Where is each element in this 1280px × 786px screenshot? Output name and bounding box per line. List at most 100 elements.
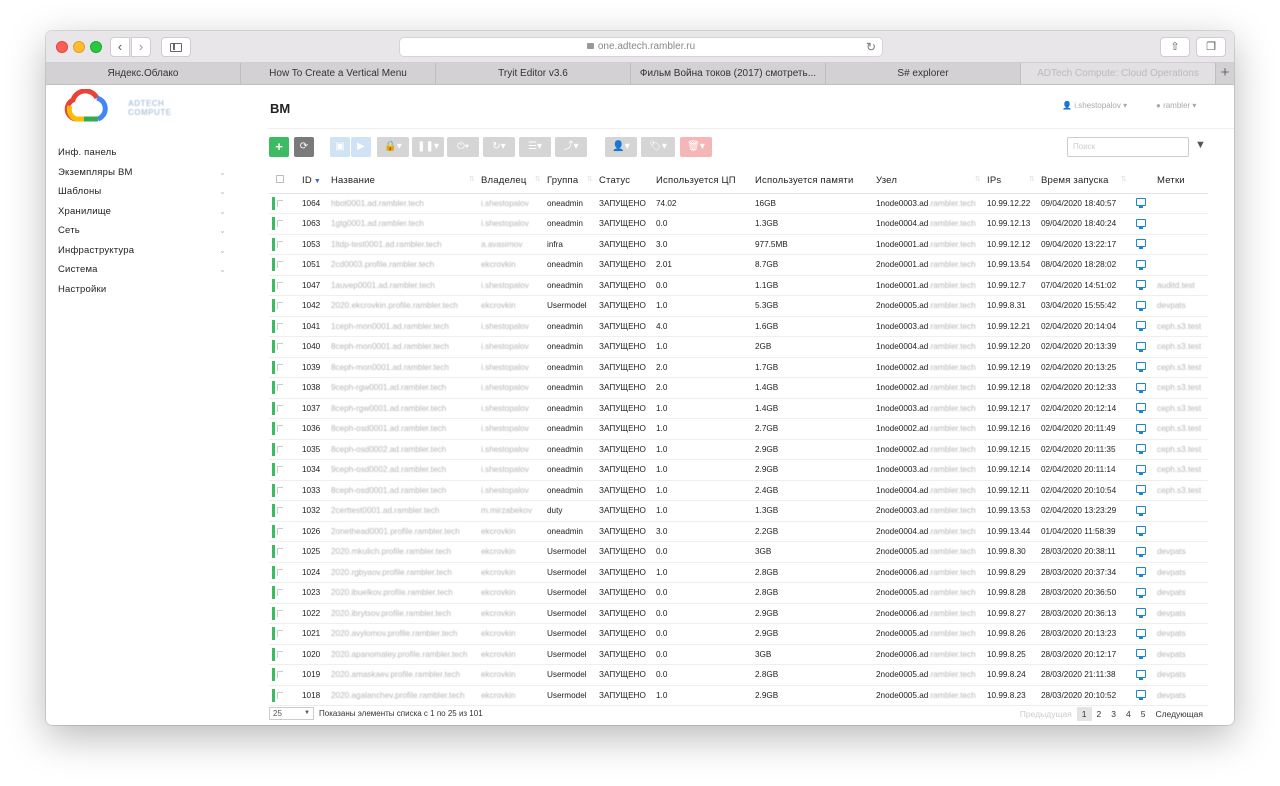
table-row[interactable]: 1034 9ceph-osd0002.ad.rambler.tech i.shest… xyxy=(269,459,1208,481)
vnc-cell[interactable] xyxy=(1133,562,1157,583)
vnc-monitor-icon[interactable] xyxy=(1136,218,1146,229)
row-checkbox[interactable] xyxy=(277,302,283,310)
pause-dropdown-button[interactable]: ❚❚▾ xyxy=(412,137,444,157)
browser-tab[interactable]: S# explorer xyxy=(826,63,1021,84)
list-dropdown-button[interactable]: ☰▾ xyxy=(519,137,551,157)
close-window-button[interactable] xyxy=(56,41,68,53)
row-checkbox[interactable] xyxy=(277,322,283,330)
row-select-cell[interactable] xyxy=(269,459,302,481)
table-row[interactable]: 1040 8ceph-mon0001.ad.rambler.tech i.shest… xyxy=(269,336,1208,358)
row-checkbox[interactable] xyxy=(277,486,283,494)
vnc-monitor-icon[interactable] xyxy=(1136,259,1146,270)
table-row[interactable]: 1021 2020.avylomov.profile.rambler.tech ek… xyxy=(269,623,1208,645)
table-row[interactable]: 1037 8ceph-rgw0001.ad.rambler.tech i.shest… xyxy=(269,398,1208,419)
vnc-cell[interactable] xyxy=(1133,295,1157,317)
row-select-cell[interactable] xyxy=(269,234,302,255)
browser-tab[interactable]: Фильм Война токов (2017) смотреть... xyxy=(631,63,826,84)
user-menu[interactable]: 👤 i.shestopalov ▾ xyxy=(1062,101,1127,110)
search-input[interactable]: Поиск xyxy=(1067,137,1189,157)
row-select-cell[interactable] xyxy=(269,295,302,317)
table-row[interactable]: 1035 8ceph-osd0002.ad.rambler.tech i.shest… xyxy=(269,439,1208,460)
table-row[interactable]: 1033 8ceph-osd0001.ad.rambler.tech i.shest… xyxy=(269,480,1208,501)
row-select-cell[interactable] xyxy=(269,500,302,522)
column-header-ips[interactable]: IPs ⇅ xyxy=(987,169,1041,194)
row-select-cell[interactable] xyxy=(269,439,302,460)
row-select-cell[interactable] xyxy=(269,623,302,645)
row-select-cell[interactable] xyxy=(269,521,302,542)
row-checkbox[interactable] xyxy=(277,650,283,658)
table-row[interactable]: 1039 8ceph-mon0001.ad.rambler.tech i.shest… xyxy=(269,357,1208,378)
next-page-button[interactable]: Следующая xyxy=(1150,707,1208,721)
vnc-monitor-icon[interactable] xyxy=(1136,300,1146,311)
zoom-window-button[interactable] xyxy=(90,41,102,53)
vnc-monitor-icon[interactable] xyxy=(1136,423,1146,434)
row-select-cell[interactable] xyxy=(269,562,302,583)
show-tabs-button[interactable]: ❐ xyxy=(1196,37,1226,57)
row-select-cell[interactable] xyxy=(269,377,302,399)
create-vm-button[interactable]: + xyxy=(269,137,289,157)
row-select-cell[interactable] xyxy=(269,664,302,686)
vnc-cell[interactable] xyxy=(1133,500,1157,522)
user-dropdown-button[interactable]: 👤▾ xyxy=(605,137,637,157)
sidebar-item[interactable]: Инф. панель xyxy=(58,143,226,163)
vnc-monitor-icon[interactable] xyxy=(1136,444,1146,455)
vnc-monitor-icon[interactable] xyxy=(1136,649,1146,660)
vnc-cell[interactable] xyxy=(1133,685,1157,706)
vnc-monitor-icon[interactable] xyxy=(1136,321,1146,332)
row-checkbox[interactable] xyxy=(277,384,283,392)
sidebar-item[interactable]: Система ⌄ xyxy=(58,260,226,280)
row-checkbox[interactable] xyxy=(277,281,283,289)
column-header-id[interactable]: ID ▼ xyxy=(302,169,331,194)
row-checkbox[interactable] xyxy=(277,199,283,207)
row-select-cell[interactable] xyxy=(269,213,302,235)
row-select-cell[interactable] xyxy=(269,582,302,604)
vnc-cell[interactable] xyxy=(1133,336,1157,358)
row-select-cell[interactable] xyxy=(269,480,302,501)
vnc-cell[interactable] xyxy=(1133,213,1157,235)
vnc-monitor-icon[interactable] xyxy=(1136,464,1146,475)
vnc-monitor-icon[interactable] xyxy=(1136,690,1146,701)
vnc-cell[interactable] xyxy=(1133,254,1157,276)
logo[interactable]: ADTECH COMPUTE xyxy=(64,88,174,129)
refresh-button[interactable]: ⟳ xyxy=(294,137,314,157)
vnc-cell[interactable] xyxy=(1133,193,1157,214)
vnc-cell[interactable] xyxy=(1133,644,1157,665)
tag-dropdown-button[interactable]: 🏷▾ xyxy=(641,137,675,157)
table-row[interactable]: 1053 1ltdp-test0001.ad.rambler.tech a.avas… xyxy=(269,234,1208,255)
row-checkbox[interactable] xyxy=(277,343,283,351)
vnc-monitor-icon[interactable] xyxy=(1136,546,1146,557)
vnc-cell[interactable] xyxy=(1133,459,1157,481)
row-checkbox[interactable] xyxy=(277,568,283,576)
forward-button[interactable]: › xyxy=(131,37,151,57)
vnc-monitor-icon[interactable] xyxy=(1136,628,1146,639)
table-row[interactable]: 1032 2certtest0001.ad.rambler.tech m.mirza… xyxy=(269,500,1208,522)
vnc-monitor-icon[interactable] xyxy=(1136,669,1146,680)
row-select-cell[interactable] xyxy=(269,193,302,214)
zone-menu[interactable]: ● rambler ▾ xyxy=(1156,101,1196,110)
row-checkbox[interactable] xyxy=(277,507,283,515)
table-row[interactable]: 1022 2020.ibrytsov.profile.rambler.tech ek… xyxy=(269,603,1208,624)
vnc-cell[interactable] xyxy=(1133,664,1157,686)
row-select-cell[interactable] xyxy=(269,254,302,276)
page-number-button[interactable]: 5 xyxy=(1136,707,1151,721)
row-checkbox[interactable] xyxy=(277,609,283,617)
vnc-cell[interactable] xyxy=(1133,234,1157,255)
sidebar-item[interactable]: Инфраструктура ⌄ xyxy=(58,241,226,261)
vnc-monitor-icon[interactable] xyxy=(1136,239,1146,250)
browser-tab[interactable]: Яндекс.Облако xyxy=(46,63,241,84)
sidebar-item[interactable]: Настройки xyxy=(58,280,226,300)
table-row[interactable]: 1042 2020.ekcrovkin.profile.rambler.tech e… xyxy=(269,295,1208,317)
minimize-window-button[interactable] xyxy=(73,41,85,53)
table-row[interactable]: 1025 2020.mkulich.profile.rambler.tech ekc… xyxy=(269,541,1208,563)
address-bar[interactable]: one.adtech.rambler.ru ↻ xyxy=(399,37,883,57)
column-header-labels[interactable]: Метки xyxy=(1157,169,1208,194)
table-row[interactable]: 1038 9ceph-rgw0001.ad.rambler.tech i.shest… xyxy=(269,377,1208,399)
column-header-group[interactable]: Группа ⇅ xyxy=(547,169,599,194)
vnc-monitor-icon[interactable] xyxy=(1136,567,1146,578)
page-size-select[interactable]: 25 ▼ xyxy=(269,707,314,720)
sidebar-item[interactable]: Экземпляры ВМ ⌄ xyxy=(58,163,226,183)
browser-tab[interactable]: How To Create a Vertical Menu xyxy=(241,63,436,84)
table-row[interactable]: 1024 2020.rgbyaov.profile.rambler.tech ekc… xyxy=(269,562,1208,583)
select-all-checkbox[interactable] xyxy=(269,169,302,194)
row-select-cell[interactable] xyxy=(269,541,302,563)
